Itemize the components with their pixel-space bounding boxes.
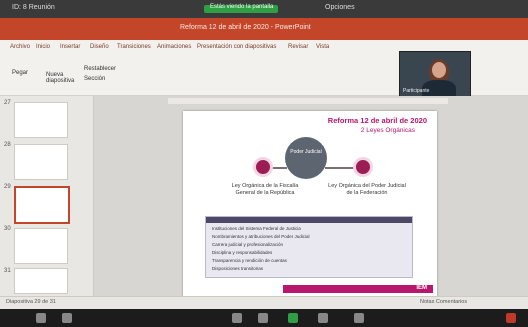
left-circle-node <box>253 157 273 177</box>
screen-share-label: Estás viendo la pantalla <box>210 4 274 10</box>
slide-thumbnail-pane: 27 28 29 30 31 <box>0 96 94 296</box>
connector-left <box>271 167 287 169</box>
leave-icon[interactable] <box>506 313 516 323</box>
chat-icon[interactable] <box>258 313 268 323</box>
share-screen-icon[interactable] <box>288 313 298 323</box>
record-icon[interactable] <box>318 313 328 323</box>
window-title-bar: Reforma 12 de abril de 2020 - PowerPoint <box>0 18 528 40</box>
center-node-label: Poder Judicial <box>290 149 322 155</box>
iem-logo: IEM <box>416 285 427 291</box>
new-slide-button[interactable]: Nueva diapositiva <box>46 72 78 84</box>
slide-subtitle: 2 Leyes Orgánicas <box>360 127 415 134</box>
tab-revisar[interactable]: Revisar <box>288 44 308 50</box>
center-circle-node: Poder Judicial <box>285 137 327 179</box>
bullet-item: Disciplina y responsabilidades <box>212 250 273 255</box>
bullet-box-header <box>206 217 412 223</box>
participant-face <box>432 62 446 78</box>
meeting-control-bar <box>0 309 528 327</box>
tab-insertar[interactable]: Insertar <box>60 44 80 50</box>
paste-button[interactable]: Pegar <box>12 70 28 76</box>
left-node-caption: Ley Orgánica de la Fiscalía General de l… <box>231 183 299 196</box>
meeting-id-label: ID: 8 Reunión <box>12 4 55 11</box>
status-bar: Diapositiva 29 de 31 Notas Comentarios <box>0 296 528 309</box>
reactions-icon[interactable] <box>354 313 364 323</box>
notes-comments[interactable]: Notas Comentarios <box>420 299 467 305</box>
slide-thumbnail[interactable] <box>14 102 68 138</box>
video-icon[interactable] <box>62 313 72 323</box>
slide-footer-bar: IEM <box>283 285 433 293</box>
bullet-box: Instituciones del Sistema Federal de Jus… <box>205 216 413 278</box>
participant-video[interactable]: Participante <box>399 51 471 97</box>
tab-archivo[interactable]: Archivo <box>10 44 30 50</box>
right-circle-node <box>353 157 373 177</box>
thumb-number: 30 <box>4 226 11 232</box>
meeting-options[interactable]: Opciones <box>325 4 355 11</box>
thumb-number: 29 <box>4 184 11 190</box>
thumb-number: 31 <box>4 268 11 274</box>
slide-title: Reforma 12 de abril de 2020 <box>327 116 427 125</box>
participant-caption: Participante <box>403 88 430 94</box>
bullet-item: Instituciones del Sistema Federal de Jus… <box>212 226 301 231</box>
connector-right <box>325 167 355 169</box>
slide-thumbnail-selected[interactable] <box>14 186 70 224</box>
mute-icon[interactable] <box>36 313 46 323</box>
right-node-caption: Ley Orgánica del Poder Judicial de la Fe… <box>328 183 406 196</box>
horizontal-ruler <box>168 98 448 104</box>
bullet-item: Disposiciones transitorias <box>212 266 264 271</box>
slide-thumbnail[interactable] <box>14 268 68 294</box>
meeting-top-bar: ID: 8 Reunión Estás viendo la pantalla O… <box>0 0 528 18</box>
section-button[interactable]: Sección <box>84 76 105 82</box>
slide-thumbnail[interactable] <box>14 228 68 264</box>
thumb-number: 27 <box>4 100 11 106</box>
tab-animaciones[interactable]: Animaciones <box>157 44 191 50</box>
slide-counter: Diapositiva 29 de 31 <box>6 299 56 305</box>
tab-diseno[interactable]: Diseño <box>90 44 109 50</box>
tab-presentacion[interactable]: Presentación con diapositivas <box>197 44 276 50</box>
tab-vista[interactable]: Vista <box>316 44 329 50</box>
bullet-item: Carrera judicial y profesionalización <box>212 242 284 247</box>
window-title: Reforma 12 de abril de 2020 - PowerPoint <box>180 24 311 31</box>
bullet-item: Transparencia y rendición de cuentas <box>212 258 287 263</box>
slide-thumbnail[interactable] <box>14 144 68 180</box>
reset-button[interactable]: Restablecer <box>84 66 116 72</box>
thumb-number: 28 <box>4 142 11 148</box>
tab-transiciones[interactable]: Transiciones <box>117 44 151 50</box>
participants-icon[interactable] <box>232 313 242 323</box>
bullet-item: Nombramientos y atribuciones del Poder J… <box>212 234 310 239</box>
tab-inicio[interactable]: Inicio <box>36 44 50 50</box>
current-slide[interactable]: Reforma 12 de abril de 2020 2 Leyes Orgá… <box>183 111 437 297</box>
